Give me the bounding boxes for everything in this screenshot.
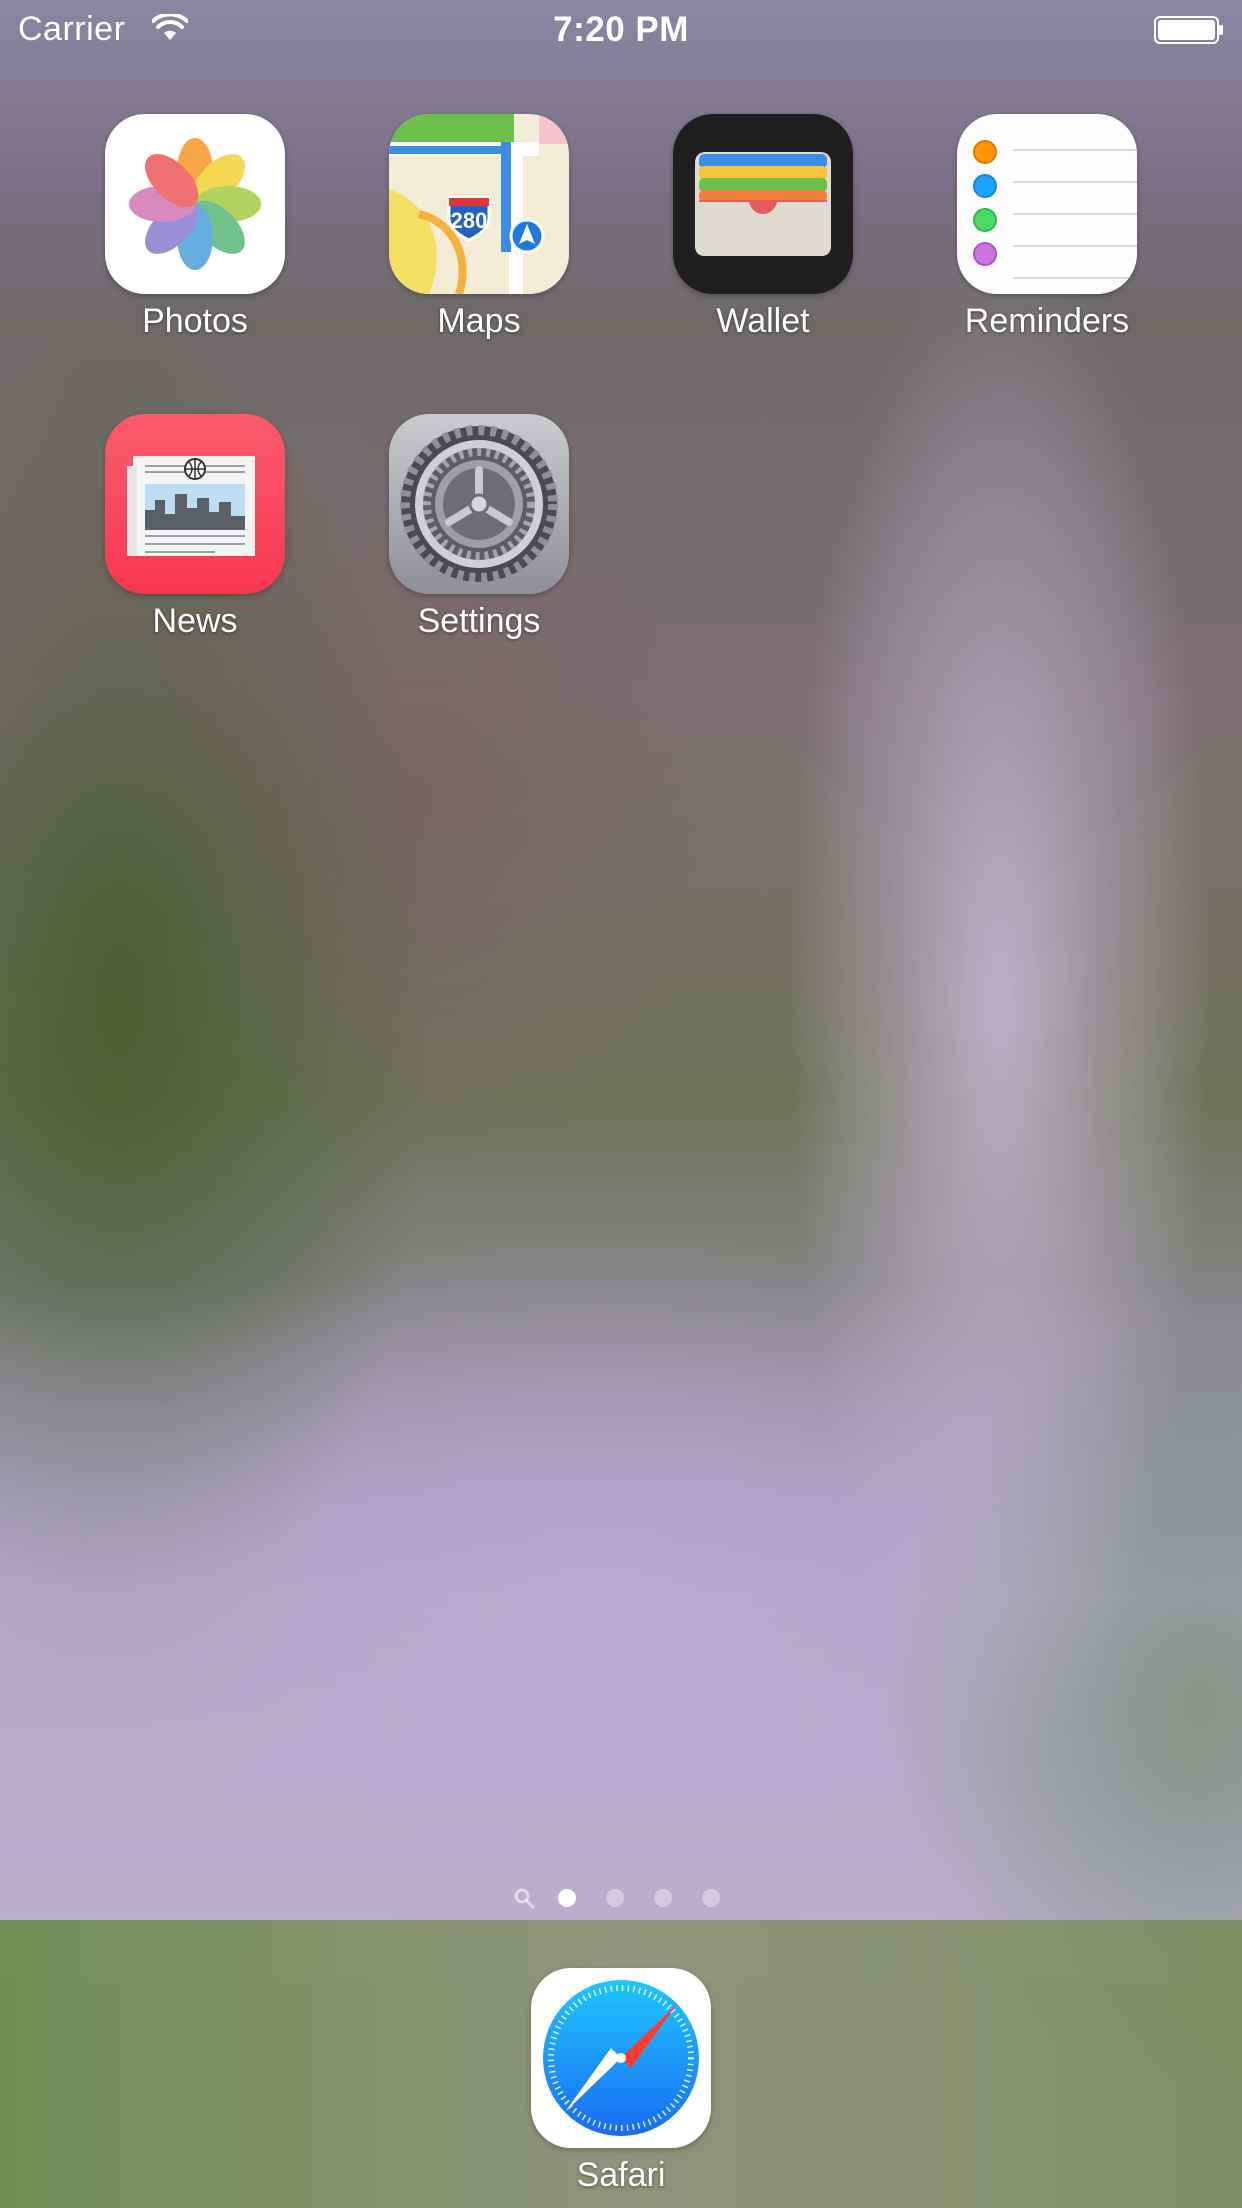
app-label-reminders: Reminders xyxy=(964,302,1130,340)
app-label-settings: Settings xyxy=(417,602,541,640)
app-settings[interactable]: Settings xyxy=(389,414,569,641)
app-wallet[interactable]: Wallet xyxy=(673,114,853,341)
page-dot-4 xyxy=(702,1889,720,1907)
page-dot-1 xyxy=(558,1889,576,1907)
page-dot-2 xyxy=(606,1889,624,1907)
wallpaper-mist xyxy=(0,1280,1242,1980)
app-photos[interactable]: Photos xyxy=(105,114,285,341)
dock: Safari xyxy=(0,1920,1242,2208)
photos-icon xyxy=(105,114,285,294)
wallet-icon xyxy=(673,114,853,294)
app-maps[interactable]: 280 Maps xyxy=(389,114,569,341)
page-indicator[interactable] xyxy=(512,1886,732,1910)
status-bar: Carrier 7:20 PM xyxy=(0,0,1242,60)
app-label-news: News xyxy=(152,602,238,640)
reminders-icon xyxy=(957,114,1137,294)
app-label-safari: Safari xyxy=(576,2156,666,2194)
app-label-photos: Photos xyxy=(142,302,248,340)
safari-icon xyxy=(531,1968,711,2148)
app-label-maps: Maps xyxy=(437,302,521,340)
news-icon xyxy=(105,414,285,594)
page-dot-3 xyxy=(654,1889,672,1907)
status-time: 7:20 PM xyxy=(553,10,689,49)
app-safari[interactable]: Safari xyxy=(531,1968,711,2195)
maps-shield-number: 280 xyxy=(451,208,488,233)
battery-icon xyxy=(1154,16,1223,44)
maps-icon: 280 xyxy=(389,114,569,294)
app-label-wallet: Wallet xyxy=(716,302,810,340)
spotlight-search-icon xyxy=(514,1888,535,1909)
app-reminders[interactable]: Reminders xyxy=(957,114,1137,341)
settings-icon xyxy=(389,414,569,594)
app-news[interactable]: News xyxy=(105,414,285,641)
